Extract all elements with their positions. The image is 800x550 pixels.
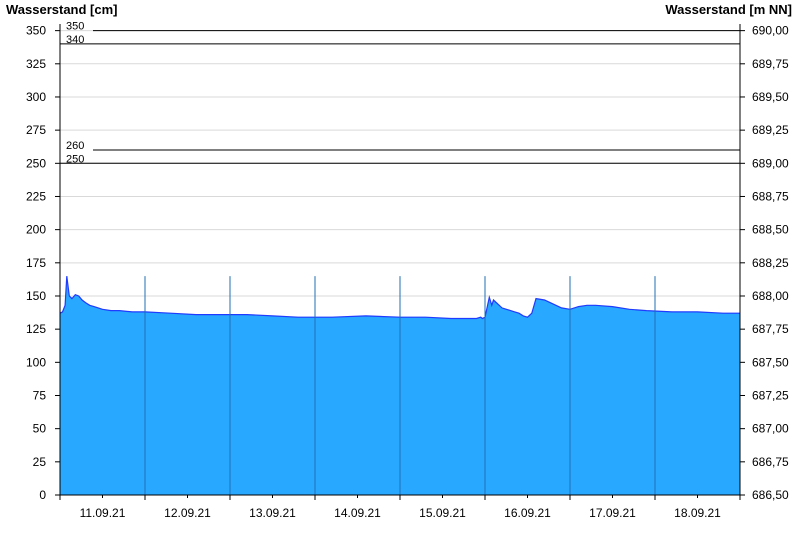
y-tick-label-right: 689,75 xyxy=(752,57,789,71)
y-tick-label-left: 50 xyxy=(33,422,47,436)
reference-line-label: 250 xyxy=(66,153,84,165)
y-tick-label-right: 687,25 xyxy=(752,388,789,402)
reference-line-label: 350 xyxy=(66,21,84,33)
y-tick-label-left: 200 xyxy=(26,223,46,237)
y-tick-label-left: 150 xyxy=(26,289,46,303)
water-level-chart: 3503402602500255075100125150175200225250… xyxy=(26,21,789,520)
y-tick-label-left: 100 xyxy=(26,355,46,369)
y-tick-label-right: 689,50 xyxy=(752,90,789,104)
y-tick-label-right: 688,50 xyxy=(752,223,789,237)
y-tick-label-right: 689,00 xyxy=(752,156,789,170)
y-tick-label-right: 687,75 xyxy=(752,322,789,336)
y-tick-label-left: 75 xyxy=(33,388,47,402)
x-tick-label: 17.09.21 xyxy=(589,506,636,520)
x-tick-label: 16.09.21 xyxy=(504,506,551,520)
y-tick-label-left: 0 xyxy=(39,488,46,502)
reference-line-label: 340 xyxy=(66,34,84,46)
y-tick-label-right: 686,50 xyxy=(752,488,789,502)
x-tick-label: 14.09.21 xyxy=(334,506,381,520)
reference-line-label: 260 xyxy=(66,140,84,152)
y-tick-label-right: 690,00 xyxy=(752,24,789,38)
y-tick-label-right: 689,25 xyxy=(752,123,789,137)
y-tick-label-left: 175 xyxy=(26,256,46,270)
y-tick-label-left: 25 xyxy=(33,455,47,469)
y-tick-label-right: 687,50 xyxy=(752,355,789,369)
y-tick-label-right: 688,00 xyxy=(752,289,789,303)
y-tick-label-left: 350 xyxy=(26,24,46,38)
y-tick-label-right: 686,75 xyxy=(752,455,789,469)
y-tick-label-right: 688,25 xyxy=(752,256,789,270)
y-tick-label-left: 225 xyxy=(26,189,46,203)
y-tick-label-left: 300 xyxy=(26,90,46,104)
y-tick-label-right: 687,00 xyxy=(752,422,789,436)
y-tick-label-left: 275 xyxy=(26,123,46,137)
y-tick-label-right: 688,75 xyxy=(752,189,789,203)
x-tick-label: 13.09.21 xyxy=(249,506,296,520)
x-tick-label: 18.09.21 xyxy=(674,506,721,520)
x-tick-label: 15.09.21 xyxy=(419,506,466,520)
y-tick-label-left: 325 xyxy=(26,57,46,71)
y-tick-label-left: 250 xyxy=(26,156,46,170)
y-tick-label-left: 125 xyxy=(26,322,46,336)
x-tick-label: 11.09.21 xyxy=(80,506,126,520)
x-tick-label: 12.09.21 xyxy=(164,506,211,520)
